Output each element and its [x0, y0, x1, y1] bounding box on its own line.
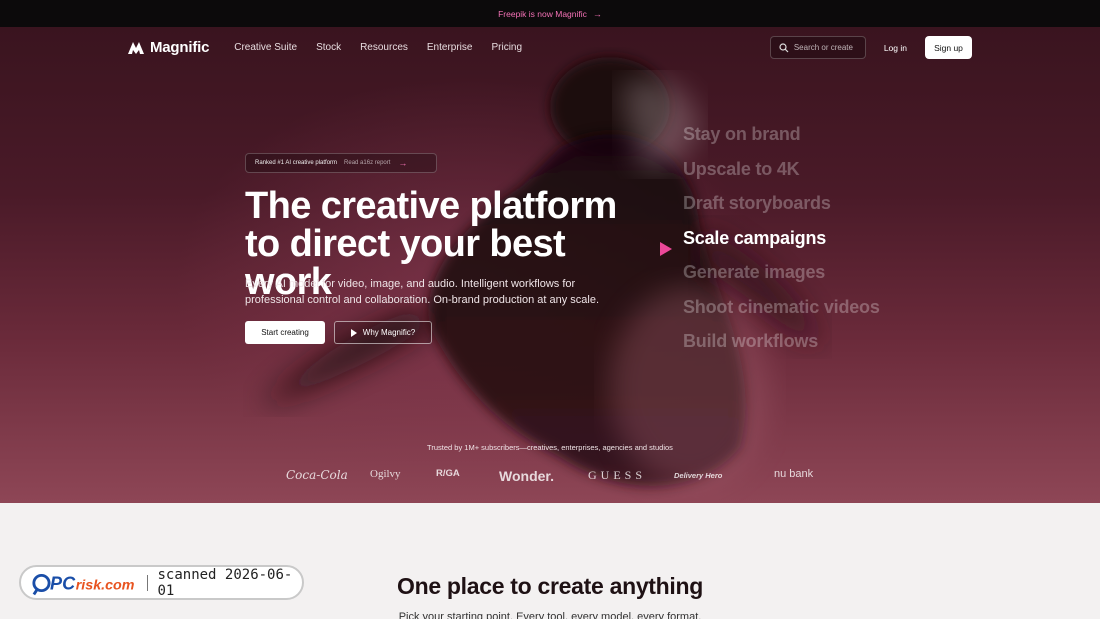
svg-text:PC: PC	[50, 573, 76, 593]
page: Freepik is now Magnific → Magnific Creat…	[0, 0, 1100, 619]
section-subtitle: Pick your starting point. Every tool, ev…	[398, 611, 702, 619]
why-magnific-button[interactable]: Why Magnific?	[334, 321, 432, 344]
client-logo-delivery-hero: Delivery Hero	[674, 471, 723, 480]
announcement-bar: Freepik is now Magnific →	[0, 0, 1100, 27]
client-logo-rga: R/GA	[436, 468, 460, 479]
play-icon	[350, 328, 357, 337]
nav-link-pricing[interactable]: Pricing	[491, 42, 522, 53]
search-icon	[779, 42, 789, 52]
ranking-badge[interactable]: Ranked #1 AI creative platform Read a16z…	[245, 153, 437, 173]
rotating-word-active: Scale campaigns	[683, 227, 827, 248]
rotating-word: Build workflows	[683, 331, 819, 351]
client-logo-coca-cola: Coca-Cola	[286, 468, 348, 482]
client-logo-nubank: nu bank	[774, 468, 814, 480]
arrow-right-icon: →	[398, 158, 408, 168]
rotating-word: Generate images	[683, 262, 826, 282]
nav-link-stock[interactable]: Stock	[316, 42, 341, 53]
client-logos: Coca-Cola Ogilvy R/GA Wonder. GUESS Deli…	[286, 468, 816, 486]
rotating-word: Stay on brand	[683, 124, 801, 144]
top-navigation: Magnific Creative Suite Stock Resources …	[128, 36, 972, 59]
login-link[interactable]: Log in	[884, 43, 907, 53]
search-box[interactable]	[769, 36, 866, 59]
rotating-words-list: Stay on brand Upscale to 4K Draft storyb…	[683, 122, 903, 364]
hero-subtext: Every AI model for video, image, and aud…	[245, 278, 600, 306]
features-section: One place to create anything Pick your s…	[0, 503, 1100, 619]
trusted-by-text: Trusted by 1M+ subscribers—creatives, en…	[427, 443, 673, 452]
client-logo-wonder: Wonder.	[499, 468, 554, 484]
watermark-text: scanned 2026-06-01	[157, 566, 293, 599]
nav-link-creative-suite[interactable]: Creative Suite	[234, 42, 297, 53]
arrow-right-icon: →	[592, 8, 602, 19]
nav-link-enterprise[interactable]: Enterprise	[427, 42, 473, 53]
nav-links: Creative Suite Stock Resources Enterpris…	[234, 42, 541, 53]
active-word-pointer-icon	[660, 242, 672, 256]
start-creating-button[interactable]: Start creating	[245, 321, 325, 344]
search-input[interactable]	[793, 43, 864, 52]
rotating-word: Draft storyboards	[683, 193, 831, 213]
magnific-logo-icon	[128, 41, 144, 54]
nav-actions: Log in Sign up	[769, 36, 972, 59]
client-logo-guess: GUESS	[588, 468, 647, 482]
client-logo-ogilvy: Ogilvy	[370, 468, 401, 480]
brand-logo[interactable]: Magnific	[128, 39, 209, 56]
rotating-word: Shoot cinematic videos	[683, 296, 880, 317]
pcrisk-logo: PC risk.com	[32, 573, 135, 595]
badge-report-link[interactable]: Read a16z report	[344, 160, 390, 166]
nav-link-resources[interactable]: Resources	[360, 42, 408, 53]
svg-text:risk.com: risk.com	[76, 577, 135, 593]
brand-name: Magnific	[150, 39, 210, 56]
signup-button[interactable]: Sign up	[925, 36, 972, 59]
hero-section: Magnific Creative Suite Stock Resources …	[0, 27, 1100, 503]
rotating-word: Upscale to 4K	[683, 158, 800, 179]
badge-label: Ranked #1 AI creative platform	[255, 160, 338, 166]
announcement-link[interactable]: Freepik is now Magnific	[498, 9, 587, 19]
scan-watermark: PC risk.com scanned 2026-06-01	[19, 565, 304, 600]
watermark-divider	[146, 574, 148, 591]
why-magnific-label: Why Magnific?	[362, 328, 416, 337]
